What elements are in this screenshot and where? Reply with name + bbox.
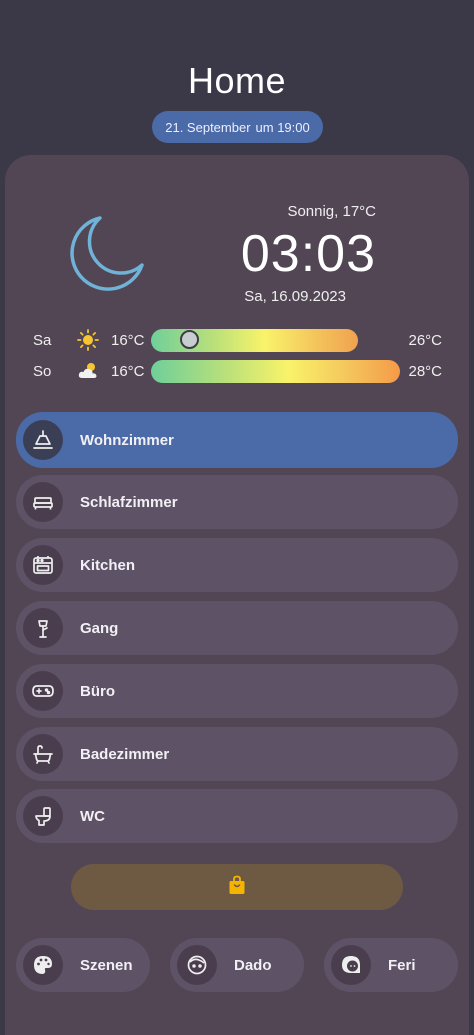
forecast-range-bar: [151, 360, 400, 383]
room-label: Kitchen: [80, 556, 136, 574]
forecast-row-so: So 16°C 28°C: [0, 360, 474, 384]
face-icon: [177, 945, 217, 985]
user-dado-button[interactable]: Dado: [170, 938, 304, 992]
oven-icon: [23, 545, 63, 585]
floor-lamp-icon: [23, 608, 63, 648]
room-badezimmer[interactable]: Badezimmer: [16, 727, 458, 781]
forecast-row-sa: Sa 16°C 26°C: [0, 329, 474, 353]
face-woman-icon: [331, 945, 371, 985]
moon-icon: [70, 216, 144, 291]
user-label: Dado: [234, 956, 272, 974]
forecast-max: 28°C: [408, 363, 442, 380]
user-feri-button[interactable]: Feri: [324, 938, 458, 992]
room-wc[interactable]: WC: [16, 789, 458, 843]
forecast-min: 16°C: [111, 363, 145, 380]
date-pill-date: 21. September: [165, 119, 251, 135]
scenes-button[interactable]: Szenen: [16, 938, 150, 992]
page-title: Home: [187, 60, 287, 101]
bathtub-icon: [23, 734, 63, 774]
room-label: Badezimmer: [80, 745, 170, 763]
room-buero[interactable]: Büro: [16, 664, 458, 718]
clock: 03:03: [240, 225, 376, 283]
scenes-label: Szenen: [80, 956, 133, 974]
current-temperature-marker: [180, 330, 199, 349]
room-schlafzimmer[interactable]: Schlafzimmer: [16, 475, 458, 529]
current-weather: Sonnig, 17°C: [287, 203, 376, 220]
sun-icon: [77, 329, 99, 355]
palette-icon: [23, 945, 63, 985]
room-label: Büro: [80, 682, 115, 700]
room-label: Wohnzimmer: [80, 431, 174, 449]
partly-cloudy-icon: [77, 360, 101, 386]
date-pill-time: um 19:00: [255, 119, 310, 135]
date-pill[interactable]: 21. September um 19:00: [152, 111, 323, 143]
forecast-day: So: [33, 363, 52, 380]
room-gang[interactable]: Gang: [16, 601, 458, 655]
ceiling-lamp-icon: [23, 420, 63, 460]
shopping-bag-icon: [226, 874, 248, 901]
room-label: WC: [80, 807, 105, 825]
user-label: Feri: [388, 956, 416, 974]
room-label: Gang: [80, 619, 119, 637]
room-kitchen[interactable]: Kitchen: [16, 538, 458, 592]
forecast-max: 26°C: [408, 332, 442, 349]
shopping-bag-button[interactable]: [71, 864, 403, 910]
forecast-range-bar: [151, 329, 358, 352]
bed-icon: [23, 482, 63, 522]
room-label: Schlafzimmer: [80, 493, 178, 511]
current-date: Sa, 16.09.2023: [244, 288, 346, 305]
toilet-icon: [23, 796, 63, 836]
forecast-min: 16°C: [111, 332, 145, 349]
room-wohnzimmer[interactable]: Wohnzimmer: [16, 412, 458, 468]
gamepad-icon: [23, 671, 63, 711]
forecast-day: Sa: [33, 332, 52, 349]
